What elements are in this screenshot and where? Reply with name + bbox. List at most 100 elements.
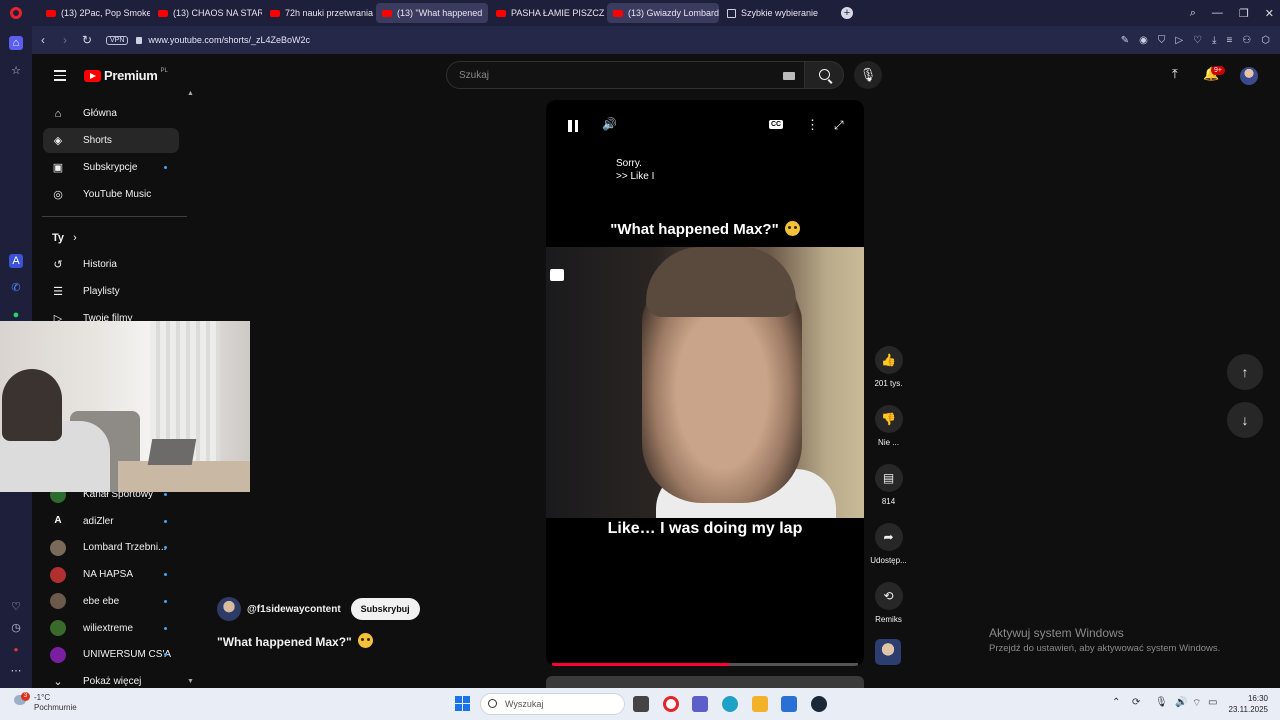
windows-start-icon[interactable]	[455, 696, 470, 711]
aria-icon[interactable]: A	[9, 254, 23, 268]
profile-icon[interactable]: ⚇	[1242, 35, 1251, 46]
messenger-icon[interactable]: ✆	[9, 281, 23, 295]
extensions-icon[interactable]: ⬡	[1261, 35, 1270, 46]
download-icon[interactable]: ⤓	[1212, 35, 1216, 46]
comments-action[interactable]: ▤ 814	[866, 464, 911, 506]
account-avatar[interactable]	[1240, 67, 1258, 85]
home-icon[interactable]: ⌂	[9, 36, 23, 50]
weather-widget[interactable]: 3 -1°C Pochmurnie	[10, 692, 77, 713]
subscription-item[interactable]: NA HAPSA	[43, 562, 179, 587]
pause-icon[interactable]	[568, 120, 578, 132]
progress-bar[interactable]	[552, 663, 858, 666]
sidebar-item-historia[interactable]: ↺ Historia	[43, 252, 179, 277]
opera-logo[interactable]	[0, 0, 32, 26]
browser-tab[interactable]: (13) Gwiazdy Lombard×	[607, 3, 719, 23]
network-tray-icon[interactable]: ⌔	[1192, 697, 1201, 710]
captions-icon[interactable]: CC	[769, 120, 784, 129]
subscription-item[interactable]: UNIWERSUM CS'A	[43, 642, 179, 667]
dislike-icon[interactable]: 👎	[874, 405, 903, 433]
menu-icon[interactable]: ≡	[1226, 35, 1232, 46]
new-tab-button[interactable]: +	[841, 7, 853, 19]
whatsapp-icon[interactable]: ●	[9, 308, 23, 322]
search-button[interactable]	[804, 61, 844, 89]
star-icon[interactable]: ☆	[9, 64, 23, 78]
you-heading[interactable]: Ty ›	[52, 232, 77, 244]
edge-icon[interactable]	[722, 696, 738, 712]
sidebar-item-playlisty[interactable]: ☰ Playlisty	[43, 279, 179, 304]
subscribe-button[interactable]: Subskrybuj	[350, 598, 420, 620]
upload-icon[interactable]: ⤒	[1172, 66, 1178, 82]
audio-channel-thumbnail[interactable]	[875, 639, 901, 665]
share-icon[interactable]: ➦	[874, 523, 903, 551]
taskbar-search[interactable]: Wyszukaj	[480, 693, 625, 715]
subscription-item[interactable]: AadiZler	[43, 509, 179, 534]
remix-action[interactable]: ⟲ Remiks	[866, 582, 911, 624]
scroll-up-icon[interactable]: ▲	[187, 90, 194, 97]
comments-icon[interactable]: ▤	[874, 464, 903, 492]
history-icon[interactable]: ◷	[9, 621, 23, 635]
shorts-player[interactable]: 🔊 CC ⋮ ⤢ Sorry. >> Like I "What happened…	[546, 100, 864, 666]
browser-tab[interactable]: 72h nauki przetwrania - c	[264, 3, 374, 23]
camera-icon[interactable]: ◉	[1139, 35, 1148, 46]
next-short-button[interactable]: ↓	[1227, 402, 1263, 438]
sidebar-item-g-wna[interactable]: ⌂ Główna	[43, 101, 179, 126]
more-options-icon[interactable]: ⋮	[806, 117, 819, 133]
voice-search-button[interactable]: 🎙	[854, 61, 882, 89]
scroll-down-icon[interactable]: ▼	[187, 678, 194, 685]
taskbar-clock[interactable]: 16:30 23.11.2025	[1228, 693, 1268, 715]
like-action[interactable]: 👍 201 tys.	[866, 346, 911, 388]
opera-badge-icon[interactable]: ●	[9, 643, 23, 657]
microphone-tray-icon[interactable]: 🎙	[1155, 697, 1168, 708]
browser-tab[interactable]: (13) CHAOS NA STARCIE	[152, 3, 262, 23]
hamburger-menu-icon[interactable]	[54, 70, 66, 84]
maximize-button[interactable]: ❐	[1239, 7, 1249, 20]
search-input[interactable]: Szukaj	[446, 61, 808, 89]
next-short-preview[interactable]	[546, 676, 864, 688]
browser-tab[interactable]: PASHA ŁAMIE PISZCZEL!	[490, 3, 605, 23]
store-icon[interactable]	[781, 696, 797, 712]
heart-icon[interactable]: ♡	[9, 600, 23, 614]
sidebar-item-shorts[interactable]: ◈ Shorts	[43, 128, 179, 153]
sync-icon[interactable]: ⟳	[1132, 697, 1140, 708]
play-icon[interactable]: ▷	[1175, 35, 1183, 46]
close-window-button[interactable]: ✕	[1265, 7, 1274, 20]
search-tabs-icon[interactable]: ⌕	[1190, 7, 1196, 20]
more-icon[interactable]: ⋯	[9, 664, 23, 678]
back-button[interactable]: ‹	[32, 33, 54, 47]
subscription-item[interactable]: wiliextreme	[43, 616, 179, 641]
browser-tab[interactable]: (13) 2Pac, Pop Smoke - W	[40, 3, 150, 23]
like-icon[interactable]: 👍	[874, 346, 903, 374]
browser-tab[interactable]: Szybkie wybieranie	[721, 3, 831, 23]
share-action[interactable]: ➦ Udostęp...	[866, 523, 911, 565]
remix-icon[interactable]: ⟲	[874, 582, 903, 610]
sidebar-item-youtube-music[interactable]: ◎ YouTube Music	[43, 182, 179, 207]
youtube-premium-logo[interactable]: Premium PL	[84, 68, 168, 83]
subscription-item[interactable]: Lombard Trzebni...	[43, 535, 179, 560]
battery-tray-icon[interactable]: ▭	[1208, 697, 1217, 708]
opera-taskbar-icon[interactable]	[663, 696, 679, 712]
sidebar-item-subskrypcje[interactable]: ▣ Subskrypcje	[43, 155, 179, 180]
tray-chevron-icon[interactable]: ⌃	[1112, 697, 1120, 708]
edit-icon[interactable]: ✎	[1121, 35, 1129, 46]
file-explorer-icon[interactable]	[752, 696, 768, 712]
video-description[interactable]: "What happened Max?"	[217, 633, 373, 649]
channel-handle[interactable]: @f1sidewaycontent	[247, 604, 341, 615]
steam-icon[interactable]	[811, 696, 827, 712]
previous-short-button[interactable]: ↑	[1227, 354, 1263, 390]
speaker-tray-icon[interactable]: 🔊	[1175, 697, 1187, 708]
url-field[interactable]: www.youtube.com/shorts/_zL4ZeBoW2c	[148, 35, 310, 45]
fullscreen-icon[interactable]: ⤢	[834, 118, 844, 133]
shield-icon[interactable]: ⛉	[1158, 35, 1166, 46]
minimize-button[interactable]: —	[1212, 7, 1223, 19]
subscription-item[interactable]: ebe ebe	[43, 589, 179, 614]
task-view-icon[interactable]	[633, 696, 649, 712]
volume-icon[interactable]: 🔊	[602, 117, 617, 131]
heart-icon[interactable]: ♡	[1193, 35, 1202, 46]
teams-icon[interactable]	[692, 696, 708, 712]
dislike-action[interactable]: 👎 Nie ...	[866, 405, 911, 447]
browser-tab[interactable]: (13) "What happened×	[376, 3, 488, 23]
vpn-badge[interactable]: VPN	[106, 35, 129, 45]
channel-avatar[interactable]	[217, 597, 241, 621]
keyboard-icon[interactable]	[783, 72, 795, 80]
reload-button[interactable]: ↻	[76, 33, 98, 47]
